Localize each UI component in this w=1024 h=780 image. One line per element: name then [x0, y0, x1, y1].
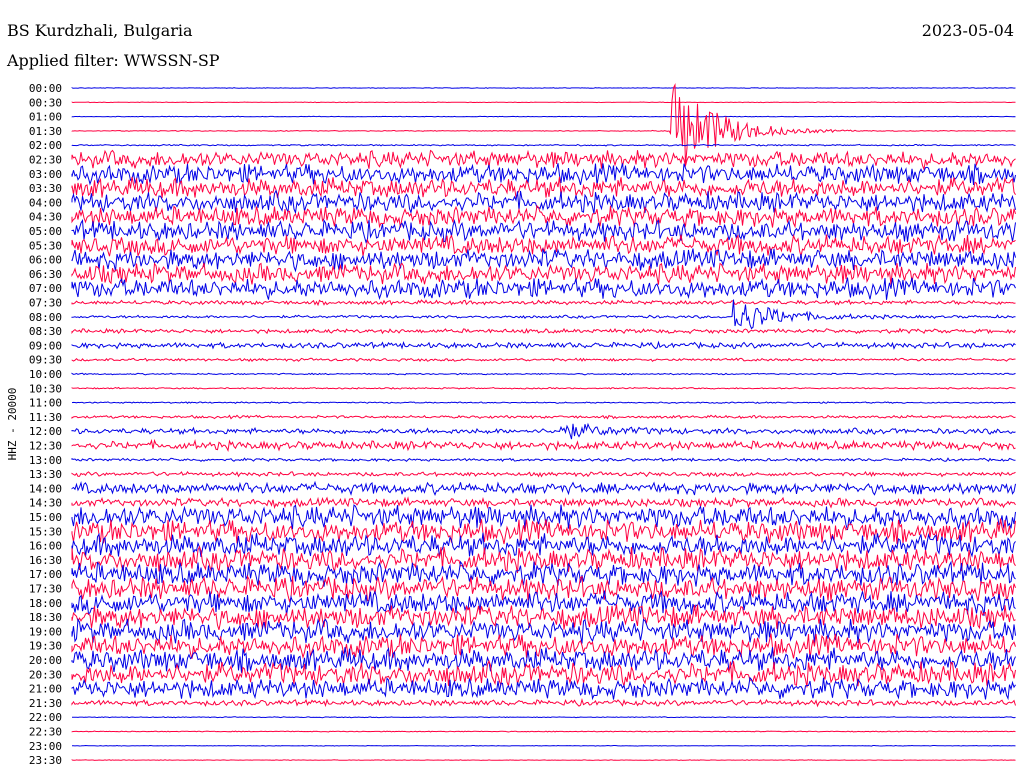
time-tick-label: 09:30: [29, 354, 62, 367]
trace-line: [71, 659, 1016, 688]
time-tick-label: 12:00: [29, 425, 62, 438]
trace-line: [71, 204, 1016, 229]
trace-line: [71, 87, 1016, 89]
time-tick-label: 10:30: [29, 382, 62, 395]
time-tick-label: 07:30: [29, 297, 62, 310]
time-tick-label: 21:00: [29, 683, 62, 696]
trace-line: [71, 471, 1016, 478]
time-tick-label: 11:00: [29, 397, 62, 410]
time-tick-label: 13:00: [29, 454, 62, 467]
trace-line: [71, 357, 1016, 363]
trace-line: [71, 744, 1016, 747]
trace-line: [71, 414, 1016, 420]
trace-line: [71, 189, 1016, 215]
time-tick-label: 23:30: [29, 754, 62, 767]
time-tick-label: 14:30: [29, 497, 62, 510]
time-tick-label: 11:30: [29, 411, 62, 424]
time-tick-label: 06:00: [29, 254, 62, 267]
time-tick-label: 01:00: [29, 111, 62, 124]
time-tick-label: 15:30: [29, 525, 62, 538]
time-tick-label: 05:00: [29, 225, 62, 238]
trace-line: [71, 340, 1016, 350]
time-tick-label: 03:30: [29, 182, 62, 195]
trace-line: [71, 480, 1016, 497]
trace-line: [71, 647, 1016, 673]
time-tick-label: 03:00: [29, 168, 62, 181]
time-tick-label: 21:30: [29, 697, 62, 710]
time-tick-label: 20:00: [29, 654, 62, 667]
trace-line: [71, 327, 1016, 335]
time-tick-label: 13:30: [29, 468, 62, 481]
time-tick-labels: 00:0000:30 01:0001:3002:00 02:3003:0003:30…: [29, 82, 62, 767]
time-tick-label: 04:00: [29, 196, 62, 209]
trace-line: [71, 101, 1016, 104]
time-tick-label: 04:30: [29, 211, 62, 224]
time-tick-label: 00:30: [29, 96, 62, 109]
trace-line: [71, 422, 1016, 440]
trace-line: [71, 372, 1016, 376]
time-tick-label: 19:00: [29, 625, 62, 638]
trace-line: [71, 730, 1016, 733]
time-tick-label: 12:30: [29, 440, 62, 453]
trace-line: [71, 277, 1016, 300]
time-tick-label: 02:30: [29, 154, 62, 167]
time-tick-label: 16:30: [29, 554, 62, 567]
time-tick-label: 15:00: [29, 511, 62, 524]
trace-line: [71, 457, 1016, 463]
time-tick-label: 23:00: [29, 740, 62, 753]
time-tick-label: 19:30: [29, 640, 62, 653]
trace-line: [71, 233, 1016, 257]
trace-line: [71, 176, 1016, 200]
time-tick-label: 08:30: [29, 325, 62, 338]
time-tick-label: 22:30: [29, 726, 62, 739]
time-tick-label: 14:00: [29, 482, 62, 495]
trace-line: [71, 149, 1016, 172]
trace-line: [71, 698, 1016, 708]
trace-line: [71, 299, 1016, 330]
trace-line: [71, 163, 1016, 186]
trace-line: [71, 143, 1016, 147]
trace-line: [71, 247, 1016, 273]
trace-line: [71, 604, 1016, 630]
time-tick-label: 06:30: [29, 268, 62, 281]
trace-line: [71, 82, 1016, 166]
time-tick-label: 09:00: [29, 339, 62, 352]
trace-line: [72, 716, 1016, 719]
seismogram-traces: [71, 82, 1016, 761]
trace-line: [71, 759, 1016, 761]
time-tick-label: 01:30: [29, 125, 62, 138]
trace-line: [71, 115, 1016, 118]
trace-line: [71, 262, 1016, 286]
time-tick-label: 20:30: [29, 668, 62, 681]
time-tick-label: 10:00: [29, 368, 62, 381]
trace-line: [71, 386, 1016, 390]
trace-line: [71, 504, 1016, 531]
trace-line: [71, 218, 1016, 244]
time-tick-label: 17:30: [29, 583, 62, 596]
time-tick-label: 18:00: [29, 597, 62, 610]
time-tick-label: 00:00: [29, 82, 62, 95]
trace-line: [71, 299, 1016, 307]
channel-label: HHZ - 20000: [6, 388, 19, 461]
time-tick-label: 18:30: [29, 611, 62, 624]
time-tick-label: 08:00: [29, 311, 62, 324]
trace-line: [71, 438, 1016, 453]
trace-line: [71, 401, 1016, 405]
time-tick-label: 02:00: [29, 139, 62, 152]
time-tick-label: 22:00: [29, 711, 62, 724]
time-tick-label: 07:00: [29, 282, 62, 295]
seismogram-chart: 00:0000:30 01:0001:3002:00 02:3003:0003:30…: [6, 82, 1016, 767]
time-tick-label: 05:30: [29, 239, 62, 252]
time-tick-label: 16:00: [29, 540, 62, 553]
trace-line: [71, 496, 1016, 510]
time-tick-label: 17:00: [29, 568, 62, 581]
